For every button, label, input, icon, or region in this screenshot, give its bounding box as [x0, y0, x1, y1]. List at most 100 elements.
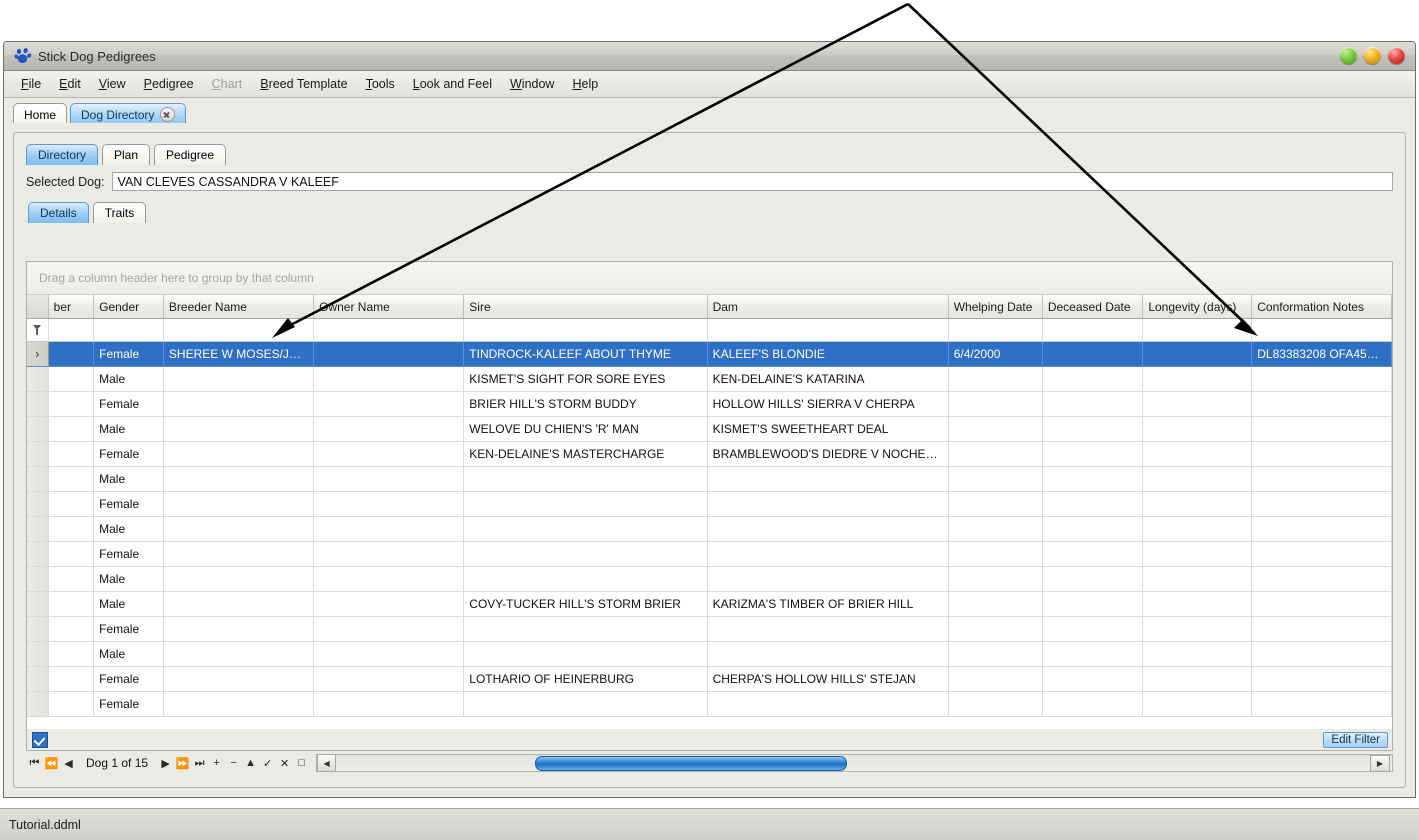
- row-indicator[interactable]: [27, 442, 48, 467]
- grid-header-whelping[interactable]: Whelping Date: [948, 295, 1042, 319]
- cell-conformation[interactable]: [1252, 642, 1392, 667]
- cell-gender[interactable]: Male: [94, 417, 164, 442]
- cell-deceased[interactable]: [1042, 392, 1142, 417]
- table-row[interactable]: Male WELOVE DU CHIEN'S 'R' MANKISMET'S SW…: [27, 417, 1392, 442]
- cell-longevity[interactable]: [1143, 342, 1252, 367]
- grid-header-conformation[interactable]: Conformation Notes: [1252, 295, 1392, 319]
- cell-whelping[interactable]: [948, 367, 1042, 392]
- row-indicator[interactable]: [27, 542, 48, 567]
- cell-conformation[interactable]: [1252, 592, 1392, 617]
- cell-owner[interactable]: [314, 517, 464, 542]
- cell-gender[interactable]: Female: [94, 342, 164, 367]
- close-icon[interactable]: [160, 107, 175, 122]
- cell-whelping[interactable]: [948, 567, 1042, 592]
- cell-whelping[interactable]: [948, 417, 1042, 442]
- cell-deceased[interactable]: [1042, 517, 1142, 542]
- cell-whelping[interactable]: [948, 542, 1042, 567]
- document-tab-dog-directory[interactable]: Dog Directory: [70, 103, 186, 125]
- nav-post-button[interactable]: ✓: [259, 754, 276, 772]
- cell-sire[interactable]: WELOVE DU CHIEN'S 'R' MAN: [464, 417, 707, 442]
- cell-whelping[interactable]: [948, 592, 1042, 617]
- table-row[interactable]: Female: [27, 492, 1392, 517]
- cell-gender[interactable]: Female: [94, 442, 164, 467]
- cell-number[interactable]: [48, 542, 93, 567]
- cell-number[interactable]: [48, 592, 93, 617]
- scroll-left-button[interactable]: ◀: [317, 754, 336, 772]
- grid-header-longevity[interactable]: Longevity (days): [1143, 295, 1252, 319]
- row-indicator[interactable]: [27, 692, 48, 717]
- cell-sire[interactable]: [464, 617, 707, 642]
- cell-sire[interactable]: BRIER HILL'S STORM BUDDY: [464, 392, 707, 417]
- cell-owner[interactable]: [314, 617, 464, 642]
- cell-dam[interactable]: BRAMBLEWOOD'S DIEDRE V NOCHEE II: [707, 442, 948, 467]
- nav-prev-button[interactable]: ◀: [60, 754, 77, 772]
- menu-help[interactable]: Help: [563, 74, 607, 94]
- row-indicator[interactable]: [27, 567, 48, 592]
- filter-cell-sire[interactable]: [464, 319, 707, 342]
- cell-deceased[interactable]: [1042, 642, 1142, 667]
- cell-sire[interactable]: COVY-TUCKER HILL'S STORM BRIER: [464, 592, 707, 617]
- cell-breeder[interactable]: [163, 417, 313, 442]
- tab-directory[interactable]: Directory: [26, 144, 98, 165]
- grid-header-sire[interactable]: Sire: [464, 295, 707, 319]
- nav-add-button[interactable]: +: [208, 754, 225, 772]
- horizontal-scrollbar[interactable]: ◀ ▶: [316, 754, 1393, 772]
- grid-header-breeder[interactable]: Breeder Name: [163, 295, 313, 319]
- menu-view[interactable]: View: [90, 74, 135, 94]
- cell-longevity[interactable]: [1143, 392, 1252, 417]
- cell-owner[interactable]: [314, 542, 464, 567]
- cell-number[interactable]: [48, 367, 93, 392]
- cell-dam[interactable]: [707, 517, 948, 542]
- cell-dam[interactable]: CHERPA'S HOLLOW HILLS' STEJAN: [707, 667, 948, 692]
- cell-owner[interactable]: [314, 567, 464, 592]
- grid-header-owner[interactable]: Owner Name: [314, 295, 464, 319]
- cell-longevity[interactable]: [1143, 542, 1252, 567]
- cell-conformation[interactable]: [1252, 367, 1392, 392]
- filter-cell-deceased[interactable]: [1042, 319, 1142, 342]
- filter-cell-longevity[interactable]: [1143, 319, 1252, 342]
- table-row[interactable]: FemaleKEN-DELAINE'S MASTERCHARGEBRAMBLEW…: [27, 442, 1392, 467]
- cell-longevity[interactable]: [1143, 367, 1252, 392]
- cell-breeder[interactable]: [163, 517, 313, 542]
- cell-number[interactable]: [48, 442, 93, 467]
- cell-deceased[interactable]: [1042, 592, 1142, 617]
- cell-breeder[interactable]: [163, 567, 313, 592]
- cell-conformation[interactable]: [1252, 392, 1392, 417]
- cell-breeder[interactable]: [163, 492, 313, 517]
- table-row[interactable]: Male: [27, 517, 1392, 542]
- row-indicator[interactable]: [27, 592, 48, 617]
- cell-dam[interactable]: [707, 567, 948, 592]
- cell-breeder[interactable]: [163, 442, 313, 467]
- cell-owner[interactable]: [314, 642, 464, 667]
- cell-longevity[interactable]: [1143, 642, 1252, 667]
- cell-dam[interactable]: KEN-DELAINE'S KATARINA: [707, 367, 948, 392]
- nav-next-button[interactable]: ▶: [157, 754, 174, 772]
- cell-gender[interactable]: Female: [94, 492, 164, 517]
- cell-conformation[interactable]: [1252, 492, 1392, 517]
- cell-breeder[interactable]: SHEREE W MOSES/JA…: [163, 342, 313, 367]
- cell-number[interactable]: [48, 642, 93, 667]
- cell-gender[interactable]: Male: [94, 642, 164, 667]
- cell-longevity[interactable]: [1143, 517, 1252, 542]
- cell-gender[interactable]: Female: [94, 542, 164, 567]
- cell-gender[interactable]: Female: [94, 617, 164, 642]
- cell-deceased[interactable]: [1042, 567, 1142, 592]
- cell-breeder[interactable]: [163, 642, 313, 667]
- cell-longevity[interactable]: [1143, 592, 1252, 617]
- cell-longevity[interactable]: [1143, 442, 1252, 467]
- nav-first-button[interactable]: ⏮: [26, 754, 43, 772]
- cell-dam[interactable]: KISMET'S SWEETHEART DEAL: [707, 417, 948, 442]
- cell-dam[interactable]: KALEEF'S BLONDIE: [707, 342, 948, 367]
- cell-number[interactable]: [48, 617, 93, 642]
- cell-conformation[interactable]: [1252, 692, 1392, 717]
- cell-deceased[interactable]: [1042, 467, 1142, 492]
- cell-dam[interactable]: [707, 692, 948, 717]
- row-indicator[interactable]: [27, 467, 48, 492]
- table-row[interactable]: FemaleLOTHARIO OF HEINERBURGCHERPA'S HOL…: [27, 667, 1392, 692]
- cell-gender[interactable]: Female: [94, 392, 164, 417]
- cell-number[interactable]: [48, 692, 93, 717]
- cell-deceased[interactable]: [1042, 417, 1142, 442]
- cell-number[interactable]: [48, 567, 93, 592]
- cell-longevity[interactable]: [1143, 467, 1252, 492]
- cell-breeder[interactable]: [163, 667, 313, 692]
